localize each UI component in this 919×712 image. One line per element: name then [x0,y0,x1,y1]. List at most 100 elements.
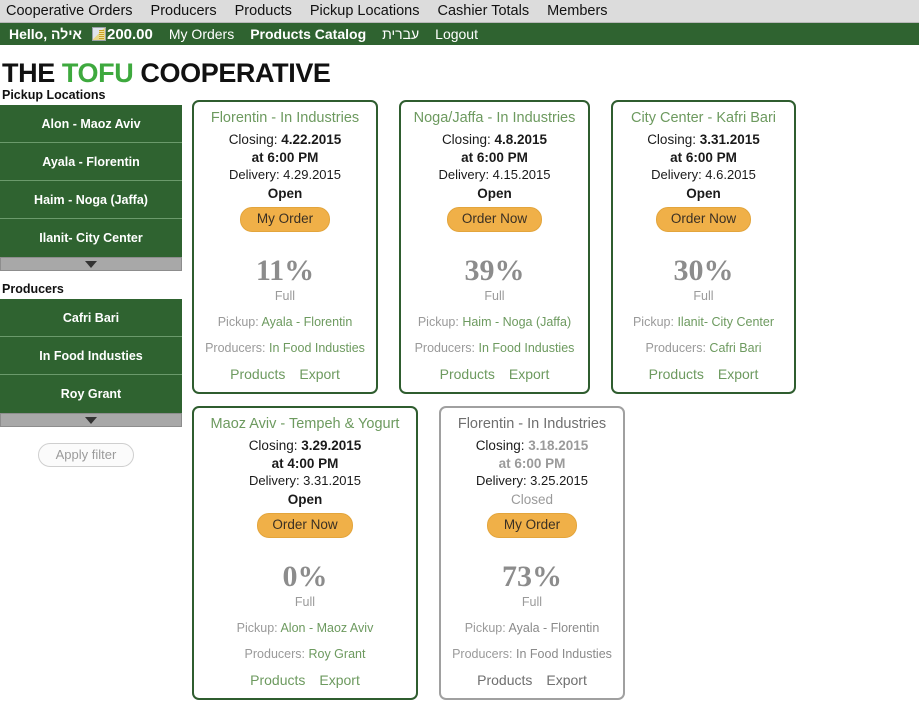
card-links: Products Export [449,672,615,690]
pickup-value[interactable]: Ayala - Florentin [262,315,353,329]
filter-sidebar: Pickup Locations Alon - Maoz Aviv Ayala -… [0,88,182,467]
producers-label: Producers: [645,341,706,355]
products-catalog-link[interactable]: Products Catalog [242,26,374,42]
closing-label: Closing: [475,438,525,453]
order-action-button[interactable]: Order Now [446,207,543,232]
pickup-value[interactable]: Alon - Maoz Aviv [280,621,373,635]
menu-cooperative-orders[interactable]: Cooperative Orders [0,3,142,19]
order-card: Noga/Jaffa - In Industries Closing: 4.8.2… [399,100,590,394]
fill-label: Full [274,289,296,303]
card-links: Products Export [202,672,408,690]
fill-label: Full [693,289,714,303]
closing-line: Closing: 3.18.2015 [449,437,615,455]
hebrew-language-link[interactable]: עברית [374,26,427,42]
producers-value[interactable]: Cafri Bari [709,341,761,355]
chevron-down-icon [85,261,97,268]
sidebar-producer-item-2[interactable]: In Food Industies [0,337,182,375]
pickup-value[interactable]: Ilanit- City Center [677,315,774,329]
site-logo: THE TOFU COOPERATIVE [2,58,331,89]
order-card-title: Florentin - In Industries [457,416,607,432]
delivery-date: Delivery: 4.15.2015 [438,167,551,182]
order-card-title: Maoz Aviv - Tempeh & Yogurt [210,416,400,432]
order-action-button[interactable]: My Order [487,513,577,538]
status-badge: Open [267,186,303,201]
order-card: Maoz Aviv - Tempeh & Yogurt Closing: 3.29… [192,406,418,700]
card-links: Products Export [621,366,786,384]
logo-the: THE [2,58,62,88]
fill-percent: 11% [255,254,315,287]
sidebar-producer-item-1[interactable]: Cafri Bari [0,299,182,337]
products-link[interactable]: Products [230,366,285,382]
pickup-list-scroll-down[interactable] [0,257,182,271]
fill-label: Full [294,595,316,609]
delivery-date: Delivery: 4.6.2015 [651,167,756,182]
status-badge: Closed [510,492,554,507]
status-badge: Open [287,492,323,507]
card-links: Products Export [202,366,368,384]
menu-producers[interactable]: Producers [142,3,226,19]
producers-label: Producers: [452,647,513,661]
cooperative-orders-grid: Florentin - In Industries Closing: 4.22.2… [192,100,912,712]
card-row: Maoz Aviv - Tempeh & Yogurt Closing: 3.29… [192,406,912,712]
pickup-value[interactable]: Ayala - Florentin [509,621,600,635]
products-link[interactable]: Products [250,672,305,688]
logout-link[interactable]: Logout [427,26,486,42]
closing-date: 3.29.2015 [301,438,362,453]
sidebar-pickup-item-4[interactable]: Ilanit- City Center [0,219,182,257]
order-action-button[interactable]: My Order [240,207,330,232]
producers-label: Producers: [244,647,305,661]
pickup-info: Pickup: Haim - Noga (Jaffa) [409,314,580,330]
order-card: Florentin - In Industries Closing: 3.18.2… [439,406,625,700]
closing-date: 3.18.2015 [528,438,589,453]
menu-products[interactable]: Products [226,3,301,19]
apply-filter-button[interactable]: Apply filter [38,443,134,467]
sidebar-pickup-item-3[interactable]: Haim - Noga (Jaffa) [0,181,182,219]
main-menu-bar: Cooperative Orders Producers Products Picku… [0,0,919,23]
products-link[interactable]: Products [649,366,704,382]
order-card-title: Noga/Jaffa - In Industries [413,110,576,126]
pickup-value[interactable]: Haim - Noga (Jaffa) [462,315,571,329]
producers-list: Cafri Bari In Food Industies Roy Grant [0,299,182,413]
export-link[interactable]: Export [509,366,549,382]
greeting-text: Hello, אילה [9,26,82,42]
closing-line: Closing: 4.8.2015 [409,131,580,149]
money-icon [91,26,106,41]
my-orders-link[interactable]: My Orders [161,26,242,42]
export-link[interactable]: Export [718,366,758,382]
closing-time: at 6:00 PM [461,150,528,165]
closing-label: Closing: [441,132,491,147]
menu-cashier-totals[interactable]: Cashier Totals [428,3,538,19]
order-action-button[interactable]: Order Now [257,513,353,538]
export-link[interactable]: Export [299,366,339,382]
products-link[interactable]: Products [440,366,495,382]
status-badge: Open [477,186,512,201]
card-links: Products Export [409,366,580,384]
pickup-locations-label: Pickup Locations [2,88,106,102]
pickup-label: Pickup: [464,621,506,635]
sidebar-pickup-item-1[interactable]: Alon - Maoz Aviv [0,105,182,143]
closing-time: at 6:00 PM [498,456,566,471]
export-link[interactable]: Export [319,672,359,688]
fill-percent: 39% [464,254,525,287]
producers-info: Producers: In Food Industies [409,340,580,356]
producers-value[interactable]: In Food Industies [516,647,612,661]
menu-pickup-locations[interactable]: Pickup Locations [301,3,429,19]
sidebar-pickup-item-2[interactable]: Ayala - Florentin [0,143,182,181]
export-link[interactable]: Export [546,672,586,688]
balance-display: 200.00 [90,26,161,43]
producers-value[interactable]: In Food Industies [269,341,365,355]
producers-value[interactable]: Roy Grant [308,647,365,661]
order-card: Florentin - In Industries Closing: 4.22.2… [192,100,378,394]
products-link[interactable]: Products [477,672,532,688]
sidebar-producer-item-3[interactable]: Roy Grant [0,375,182,413]
producers-list-scroll-down[interactable] [0,413,182,427]
closing-time: at 6:00 PM [251,150,319,165]
fill-percent: 30% [673,254,734,287]
fill-percent: 0% [282,560,328,593]
delivery-date: Delivery: 3.31.2015 [248,473,361,488]
menu-members[interactable]: Members [538,3,616,19]
producers-value[interactable]: In Food Industies [479,341,575,355]
user-action-bar: Hello, אילה 200.00 My Orders Products Ca… [0,23,919,45]
order-action-button[interactable]: Order Now [655,207,752,232]
producers-label: Producers [2,282,64,296]
